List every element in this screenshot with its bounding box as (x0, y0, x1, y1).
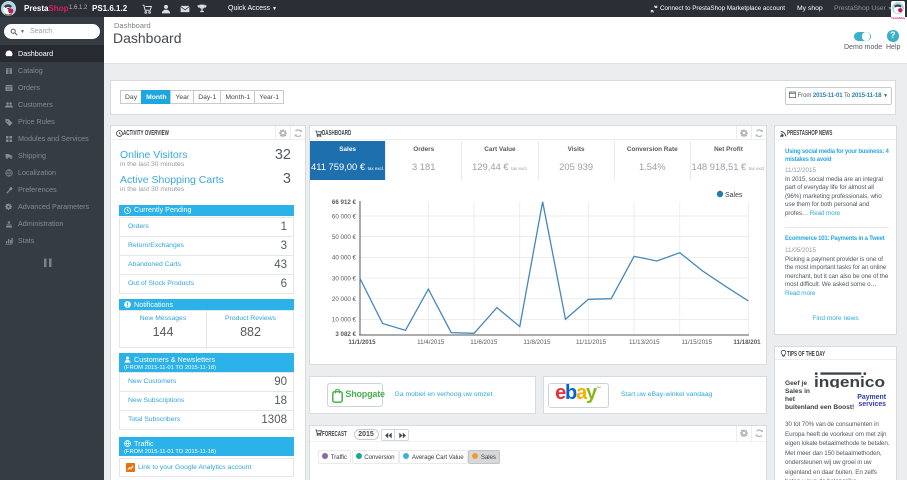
svg-text:ingenico: ingenico (814, 375, 885, 388)
svg-text:Sales: Sales (725, 192, 743, 199)
svg-text:40 000 €: 40 000 € (332, 255, 357, 262)
svg-text:11/11/2015: 11/11/2015 (576, 339, 607, 346)
svg-text:20 000 €: 20 000 € (332, 296, 357, 303)
svg-text:60 000 €: 60 000 € (332, 214, 357, 221)
svg-text:11/6/2015: 11/6/2015 (470, 339, 498, 346)
svg-text:11/13/2015: 11/13/2015 (629, 339, 660, 346)
svg-text:66 912 €: 66 912 € (332, 199, 357, 206)
svg-text:11/8/2015: 11/8/2015 (523, 339, 551, 346)
svg-text:30 000 €: 30 000 € (332, 276, 357, 283)
svg-text:11/18/201: 11/18/201 (733, 339, 761, 346)
svg-text:11/15/2015: 11/15/2015 (682, 339, 713, 346)
svg-text:PrestaShop: PrestaShop (891, 16, 905, 20)
svg-text:3 082 €: 3 082 € (335, 331, 356, 338)
svg-text:10 000 €: 10 000 € (332, 317, 357, 324)
svg-text:11/4/2015: 11/4/2015 (417, 339, 445, 346)
svg-text:11/1/2015: 11/1/2015 (348, 339, 376, 346)
svg-text:50 000 €: 50 000 € (332, 234, 357, 241)
